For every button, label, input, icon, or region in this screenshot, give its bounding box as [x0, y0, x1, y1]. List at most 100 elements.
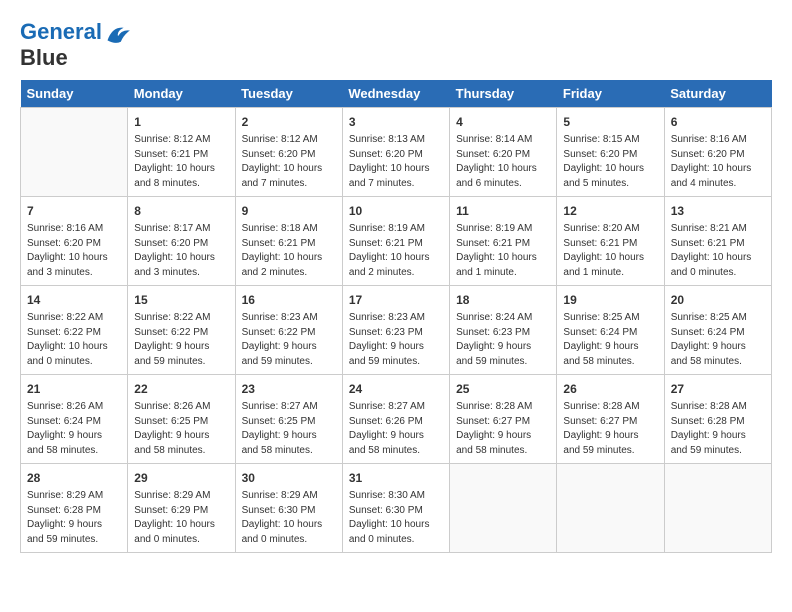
day-number: 10 — [349, 202, 443, 220]
day-number: 19 — [563, 291, 657, 309]
day-info: Sunrise: 8:26 AMSunset: 6:25 PMDaylight:… — [134, 400, 228, 458]
day-info: Sunrise: 8:28 AMSunset: 6:27 PMDaylight:… — [456, 400, 550, 458]
day-number: 25 — [456, 380, 550, 398]
day-number: 12 — [563, 202, 657, 220]
day-info: Sunrise: 8:17 AMSunset: 6:20 PMDaylight:… — [134, 222, 228, 280]
day-number: 15 — [134, 291, 228, 309]
calendar-cell: 14 Sunrise: 8:22 AMSunset: 6:22 PMDayligh… — [21, 286, 128, 375]
calendar-cell: 22 Sunrise: 8:26 AMSunset: 6:25 PMDayligh… — [128, 375, 235, 464]
day-info: Sunrise: 8:13 AMSunset: 6:20 PMDaylight:… — [349, 133, 443, 191]
day-number: 8 — [134, 202, 228, 220]
day-info: Sunrise: 8:23 AMSunset: 6:22 PMDaylight:… — [242, 311, 336, 369]
calendar-cell: 29 Sunrise: 8:29 AMSunset: 6:29 PMDayligh… — [128, 464, 235, 553]
calendar-cell: 28 Sunrise: 8:29 AMSunset: 6:28 PMDayligh… — [21, 464, 128, 553]
day-number: 27 — [671, 380, 765, 398]
day-info: Sunrise: 8:19 AMSunset: 6:21 PMDaylight:… — [349, 222, 443, 280]
weekday-header-thursday: Thursday — [450, 80, 557, 108]
day-info: Sunrise: 8:15 AMSunset: 6:20 PMDaylight:… — [563, 133, 657, 191]
day-info: Sunrise: 8:18 AMSunset: 6:21 PMDaylight:… — [242, 222, 336, 280]
calendar-cell: 24 Sunrise: 8:27 AMSunset: 6:26 PMDayligh… — [342, 375, 449, 464]
calendar-cell — [21, 108, 128, 197]
day-number: 4 — [456, 113, 550, 131]
calendar-cell: 20 Sunrise: 8:25 AMSunset: 6:24 PMDayligh… — [664, 286, 771, 375]
calendar-cell — [664, 464, 771, 553]
calendar-week-row: 28 Sunrise: 8:29 AMSunset: 6:28 PMDayligh… — [21, 464, 772, 553]
day-info: Sunrise: 8:22 AMSunset: 6:22 PMDaylight:… — [27, 311, 121, 369]
calendar-week-row: 7Sunrise: 8:16 AMSunset: 6:20 PMDaylight… — [21, 197, 772, 286]
day-number: 7 — [27, 202, 121, 220]
weekday-header-sunday: Sunday — [21, 80, 128, 108]
day-number: 14 — [27, 291, 121, 309]
calendar-cell: 9 Sunrise: 8:18 AMSunset: 6:21 PMDaylight… — [235, 197, 342, 286]
calendar-cell: 3Sunrise: 8:13 AMSunset: 6:20 PMDaylight… — [342, 108, 449, 197]
day-info: Sunrise: 8:19 AMSunset: 6:21 PMDaylight:… — [456, 222, 550, 280]
calendar-cell: 12 Sunrise: 8:20 AMSunset: 6:21 PMDayligh… — [557, 197, 664, 286]
day-number: 6 — [671, 113, 765, 131]
calendar-cell: 11 Sunrise: 8:19 AMSunset: 6:21 PMDayligh… — [450, 197, 557, 286]
day-number: 29 — [134, 469, 228, 487]
page-header: GeneralBlue — [20, 20, 772, 70]
calendar-cell: 5 Sunrise: 8:15 AMSunset: 6:20 PMDaylight… — [557, 108, 664, 197]
day-info: Sunrise: 8:29 AMSunset: 6:28 PMDaylight:… — [27, 489, 121, 547]
calendar-cell: 23Sunrise: 8:27 AMSunset: 6:25 PMDayligh… — [235, 375, 342, 464]
day-number: 22 — [134, 380, 228, 398]
day-number: 9 — [242, 202, 336, 220]
day-info: Sunrise: 8:27 AMSunset: 6:26 PMDaylight:… — [349, 400, 443, 458]
day-info: Sunrise: 8:28 AMSunset: 6:28 PMDaylight:… — [671, 400, 765, 458]
calendar-cell: 8 Sunrise: 8:17 AMSunset: 6:20 PMDaylight… — [128, 197, 235, 286]
logo: GeneralBlue — [20, 20, 132, 70]
day-info: Sunrise: 8:28 AMSunset: 6:27 PMDaylight:… — [563, 400, 657, 458]
day-number: 1 — [134, 113, 228, 131]
calendar-week-row: 21Sunrise: 8:26 AMSunset: 6:24 PMDayligh… — [21, 375, 772, 464]
calendar-week-row: 1 Sunrise: 8:12 AMSunset: 6:21 PMDaylight… — [21, 108, 772, 197]
day-info: Sunrise: 8:29 AMSunset: 6:29 PMDaylight:… — [134, 489, 228, 547]
day-number: 11 — [456, 202, 550, 220]
day-number: 17 — [349, 291, 443, 309]
day-info: Sunrise: 8:29 AMSunset: 6:30 PMDaylight:… — [242, 489, 336, 547]
day-info: Sunrise: 8:21 AMSunset: 6:21 PMDaylight:… — [671, 222, 765, 280]
day-number: 2 — [242, 113, 336, 131]
calendar-cell: 26 Sunrise: 8:28 AMSunset: 6:27 PMDayligh… — [557, 375, 664, 464]
calendar-cell: 13 Sunrise: 8:21 AMSunset: 6:21 PMDayligh… — [664, 197, 771, 286]
day-number: 21 — [27, 380, 121, 398]
day-info: Sunrise: 8:16 AMSunset: 6:20 PMDaylight:… — [671, 133, 765, 191]
day-info: Sunrise: 8:24 AMSunset: 6:23 PMDaylight:… — [456, 311, 550, 369]
day-number: 5 — [563, 113, 657, 131]
calendar-cell: 10 Sunrise: 8:19 AMSunset: 6:21 PMDayligh… — [342, 197, 449, 286]
day-number: 24 — [349, 380, 443, 398]
day-number: 23 — [242, 380, 336, 398]
day-info: Sunrise: 8:25 AMSunset: 6:24 PMDaylight:… — [671, 311, 765, 369]
calendar-cell: 19 Sunrise: 8:25 AMSunset: 6:24 PMDayligh… — [557, 286, 664, 375]
calendar-cell: 21Sunrise: 8:26 AMSunset: 6:24 PMDayligh… — [21, 375, 128, 464]
logo-text: GeneralBlue — [20, 20, 132, 70]
weekday-header-wednesday: Wednesday — [342, 80, 449, 108]
day-number: 20 — [671, 291, 765, 309]
day-number: 26 — [563, 380, 657, 398]
day-info: Sunrise: 8:25 AMSunset: 6:24 PMDaylight:… — [563, 311, 657, 369]
calendar-cell: 27 Sunrise: 8:28 AMSunset: 6:28 PMDayligh… — [664, 375, 771, 464]
calendar-cell: 15 Sunrise: 8:22 AMSunset: 6:22 PMDayligh… — [128, 286, 235, 375]
day-info: Sunrise: 8:20 AMSunset: 6:21 PMDaylight:… — [563, 222, 657, 280]
day-info: Sunrise: 8:30 AMSunset: 6:30 PMDaylight:… — [349, 489, 443, 547]
day-info: Sunrise: 8:14 AMSunset: 6:20 PMDaylight:… — [456, 133, 550, 191]
day-info: Sunrise: 8:23 AMSunset: 6:23 PMDaylight:… — [349, 311, 443, 369]
calendar-cell: 25 Sunrise: 8:28 AMSunset: 6:27 PMDayligh… — [450, 375, 557, 464]
day-info: Sunrise: 8:22 AMSunset: 6:22 PMDaylight:… — [134, 311, 228, 369]
weekday-header-saturday: Saturday — [664, 80, 771, 108]
weekday-header-friday: Friday — [557, 80, 664, 108]
calendar-cell: 17 Sunrise: 8:23 AMSunset: 6:23 PMDayligh… — [342, 286, 449, 375]
day-info: Sunrise: 8:12 AMSunset: 6:21 PMDaylight:… — [134, 133, 228, 191]
weekday-header-tuesday: Tuesday — [235, 80, 342, 108]
day-number: 30 — [242, 469, 336, 487]
calendar-cell: 31Sunrise: 8:30 AMSunset: 6:30 PMDayligh… — [342, 464, 449, 553]
calendar-cell: 6 Sunrise: 8:16 AMSunset: 6:20 PMDaylight… — [664, 108, 771, 197]
day-number: 28 — [27, 469, 121, 487]
calendar-cell — [557, 464, 664, 553]
calendar-cell: 30 Sunrise: 8:29 AMSunset: 6:30 PMDayligh… — [235, 464, 342, 553]
calendar-table: SundayMondayTuesdayWednesdayThursdayFrid… — [20, 80, 772, 553]
weekday-header-row: SundayMondayTuesdayWednesdayThursdayFrid… — [21, 80, 772, 108]
calendar-week-row: 14 Sunrise: 8:22 AMSunset: 6:22 PMDayligh… — [21, 286, 772, 375]
day-number: 13 — [671, 202, 765, 220]
day-number: 18 — [456, 291, 550, 309]
calendar-cell: 7Sunrise: 8:16 AMSunset: 6:20 PMDaylight… — [21, 197, 128, 286]
